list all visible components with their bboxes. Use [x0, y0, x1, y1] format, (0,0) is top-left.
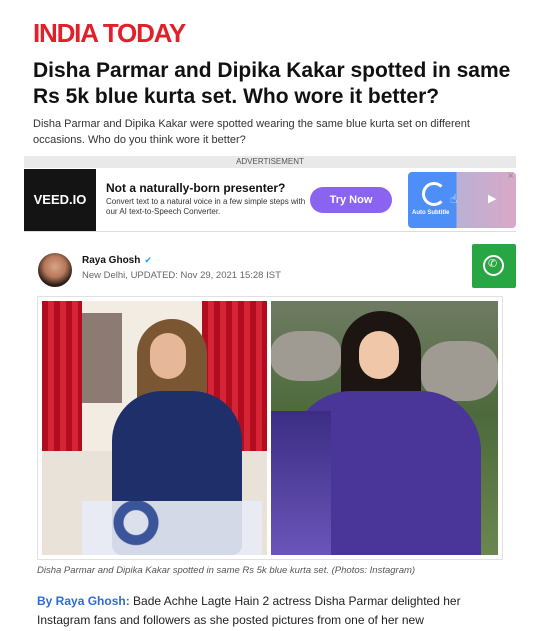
- author-avatar[interactable]: [38, 253, 72, 287]
- article-summary: Disha Parmar and Dipika Kakar were spott…: [33, 118, 470, 146]
- hand-cursor-icon: ☝: [450, 192, 458, 206]
- ad-title: Not a naturally-born presenter?: [106, 181, 286, 195]
- disha-parmar-photo: [42, 301, 267, 555]
- window: [82, 313, 122, 403]
- ad-close-icon[interactable]: ⨯: [507, 171, 514, 180]
- article-headline: Disha Parmar and Dipika Kakar spotted in…: [33, 59, 511, 108]
- tie-dye-dupatta: [82, 501, 262, 555]
- auto-subtitle-label: Auto Subtitle: [412, 210, 450, 216]
- verified-badge-icon: ✔: [144, 255, 152, 265]
- image-caption: Disha Parmar and Dipika Kakar spotted in…: [37, 565, 416, 576]
- phone-icon: ✆: [488, 258, 498, 270]
- ad-visual[interactable]: Auto Subtitle ☝ ▶: [408, 172, 516, 228]
- dupatta: [271, 411, 331, 555]
- ad-try-now-button[interactable]: Try Now: [310, 187, 392, 213]
- article-image: [37, 296, 503, 560]
- author-name[interactable]: Raya Ghosh: [82, 255, 140, 266]
- dipika-kakar-photo: [271, 301, 498, 555]
- play-icon: ▶: [488, 193, 497, 205]
- face: [359, 331, 399, 379]
- advertisement-label: ADVERTISEMENT: [24, 156, 516, 168]
- ad-subtitle: Convert text to a natural voice in a few…: [106, 197, 306, 216]
- india-today-logo[interactable]: INDIA TODAY: [33, 18, 186, 49]
- face: [150, 333, 186, 379]
- loading-spinner-icon: [422, 182, 446, 206]
- red-curtain-left: [42, 301, 82, 451]
- ad-brand-logo[interactable]: VEED.IO: [24, 169, 96, 231]
- article-meta: New Delhi, UPDATED: Nov 29, 2021 15:28 I…: [82, 270, 281, 281]
- advertisement-banner[interactable]: VEED.IO Not a naturally-born presenter? …: [24, 169, 516, 232]
- article-body: By Raya Ghosh: Bade Achhe Lagte Hain 2 a…: [37, 592, 507, 630]
- rock: [271, 331, 341, 381]
- byline-link[interactable]: By Raya Ghosh:: [37, 594, 130, 608]
- author-name-row[interactable]: Raya Ghosh ✔: [82, 255, 152, 266]
- whatsapp-share-button[interactable]: ✆: [472, 244, 516, 288]
